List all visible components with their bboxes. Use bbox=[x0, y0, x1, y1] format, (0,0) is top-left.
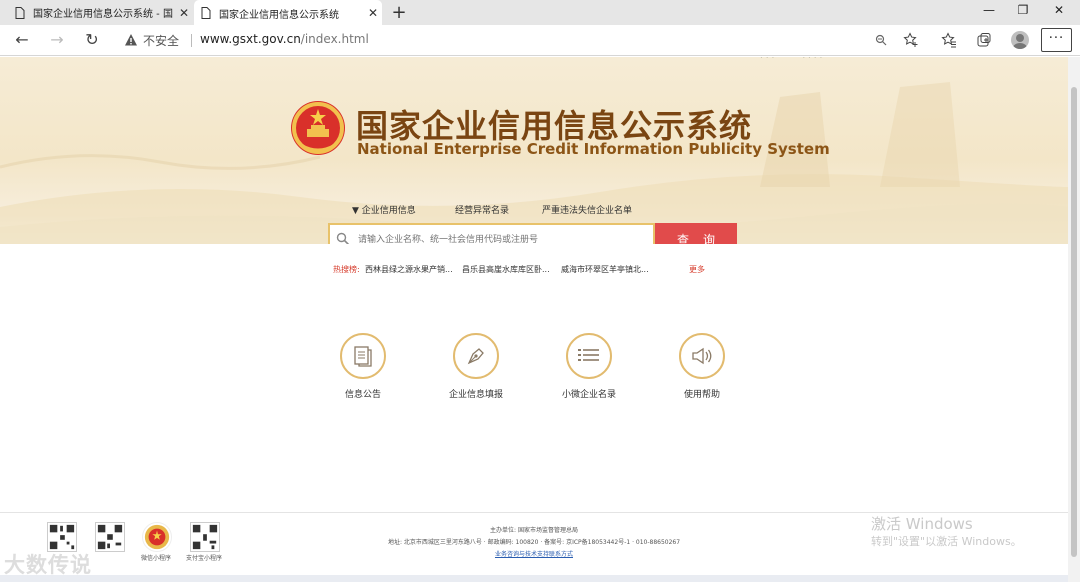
favorites-icon[interactable] bbox=[940, 31, 958, 49]
vertical-scrollbar[interactable] bbox=[1068, 57, 1080, 582]
activate-windows-hint: 转到"设置"以激活 Windows。 bbox=[871, 535, 1022, 548]
feature-label: 使用帮助 bbox=[683, 390, 720, 400]
support-link[interactable]: 业务咨询与技术支持联系方式 bbox=[495, 551, 573, 558]
insecure-label[interactable]: 不安全 bbox=[143, 32, 179, 49]
zoom-icon[interactable] bbox=[872, 31, 890, 49]
bottom-strip bbox=[0, 575, 1068, 582]
new-tab-button[interactable]: + bbox=[390, 2, 408, 23]
url-field[interactable]: www.gsxt.gov.cn/index.html bbox=[200, 32, 369, 46]
search-input[interactable] bbox=[356, 229, 646, 244]
national-emblem-icon bbox=[291, 101, 345, 155]
url-path: /index.html bbox=[300, 32, 369, 46]
search-tab-dishonest-list[interactable]: 严重违法失信企业名单 bbox=[542, 203, 632, 216]
hot-search-item[interactable]: 西林县绿之源水果产销... bbox=[365, 264, 453, 275]
footer-support: 业务咨询与技术支持联系方式 bbox=[0, 549, 1068, 558]
feature-label: 企业信息填报 bbox=[448, 390, 503, 400]
collections-icon[interactable] bbox=[975, 31, 993, 49]
restore-button[interactable]: ❐ bbox=[1013, 3, 1033, 17]
search-button[interactable]: 查询 bbox=[655, 223, 737, 244]
tab-title: 国家企业信用信息公示系统 - 国 bbox=[33, 9, 173, 20]
divider bbox=[191, 34, 192, 47]
page-icon bbox=[15, 6, 25, 19]
feature-report[interactable]: 企业信息填报 bbox=[431, 333, 521, 400]
more-link[interactable]: 更多 bbox=[689, 264, 705, 275]
feature-label: 信息公告 bbox=[344, 390, 381, 400]
close-tab-icon[interactable]: ✕ bbox=[175, 6, 193, 20]
close-window-button[interactable]: ✕ bbox=[1049, 3, 1069, 17]
pen-icon bbox=[453, 333, 499, 379]
tab-title: 国家企业信用信息公示系统 bbox=[219, 9, 339, 21]
refresh-button[interactable]: ↻ bbox=[82, 30, 102, 50]
profile-avatar[interactable] bbox=[1011, 31, 1029, 49]
site-title-en: National Enterprise Credit Information P… bbox=[357, 140, 830, 158]
list-icon bbox=[566, 333, 612, 379]
forward-button[interactable]: → bbox=[47, 30, 67, 50]
scrollbar-thumb[interactable] bbox=[1071, 87, 1077, 557]
add-favorite-icon[interactable] bbox=[902, 31, 920, 49]
close-tab-icon[interactable]: ✕ bbox=[364, 6, 382, 20]
hero-banner: · · · · · · · 国家企业信用信息公示系统 National Enter… bbox=[0, 57, 1068, 244]
back-button[interactable]: ← bbox=[12, 30, 32, 50]
hot-search-item[interactable]: 昌乐县高崖水库库区卧... bbox=[462, 264, 550, 275]
warning-icon[interactable] bbox=[124, 33, 138, 47]
hot-search-item[interactable]: 威海市环翠区羊亭镇北... bbox=[561, 264, 649, 275]
document-icon bbox=[340, 333, 386, 379]
hot-search-label: 热搜榜: bbox=[333, 265, 360, 274]
page-icon bbox=[201, 7, 211, 19]
speaker-icon bbox=[679, 333, 725, 379]
feature-help[interactable]: 使用帮助 bbox=[657, 333, 747, 400]
search-icon bbox=[336, 232, 350, 244]
browser-tab-1[interactable]: 国家企业信用信息公示系统 - 国 ✕ bbox=[8, 0, 193, 25]
feature-label: 小微企业名录 bbox=[561, 390, 616, 400]
search-tab-credit-info[interactable]: ▼ 企业信用信息 bbox=[352, 203, 416, 216]
feature-info-notice[interactable]: 信息公告 bbox=[318, 333, 408, 400]
minimize-button[interactable]: — bbox=[979, 3, 999, 17]
url-domain: www.gsxt.gov.cn bbox=[200, 32, 301, 46]
address-bar: ← → ↻ 不安全 www.gsxt.gov.cn/index.html ··· bbox=[0, 25, 1080, 56]
tab-bar: 国家企业信用信息公示系统 - 国 ✕ 国家企业信用信息公示系统 ✕ + — ❐ … bbox=[0, 0, 1080, 26]
top-links: · · · · · · · bbox=[760, 57, 823, 63]
activate-windows-title: 激活 Windows bbox=[871, 515, 973, 533]
search-box bbox=[328, 223, 655, 244]
settings-more-button[interactable]: ··· bbox=[1041, 28, 1072, 52]
browser-tab-2[interactable]: 国家企业信用信息公示系统 ✕ bbox=[194, 0, 382, 26]
page-content: · · · · · · · 国家企业信用信息公示系统 National Enter… bbox=[0, 57, 1068, 582]
search-tab-abnormal-list[interactable]: 经营异常名录 bbox=[455, 203, 509, 216]
feature-small-business[interactable]: 小微企业名录 bbox=[544, 333, 634, 400]
